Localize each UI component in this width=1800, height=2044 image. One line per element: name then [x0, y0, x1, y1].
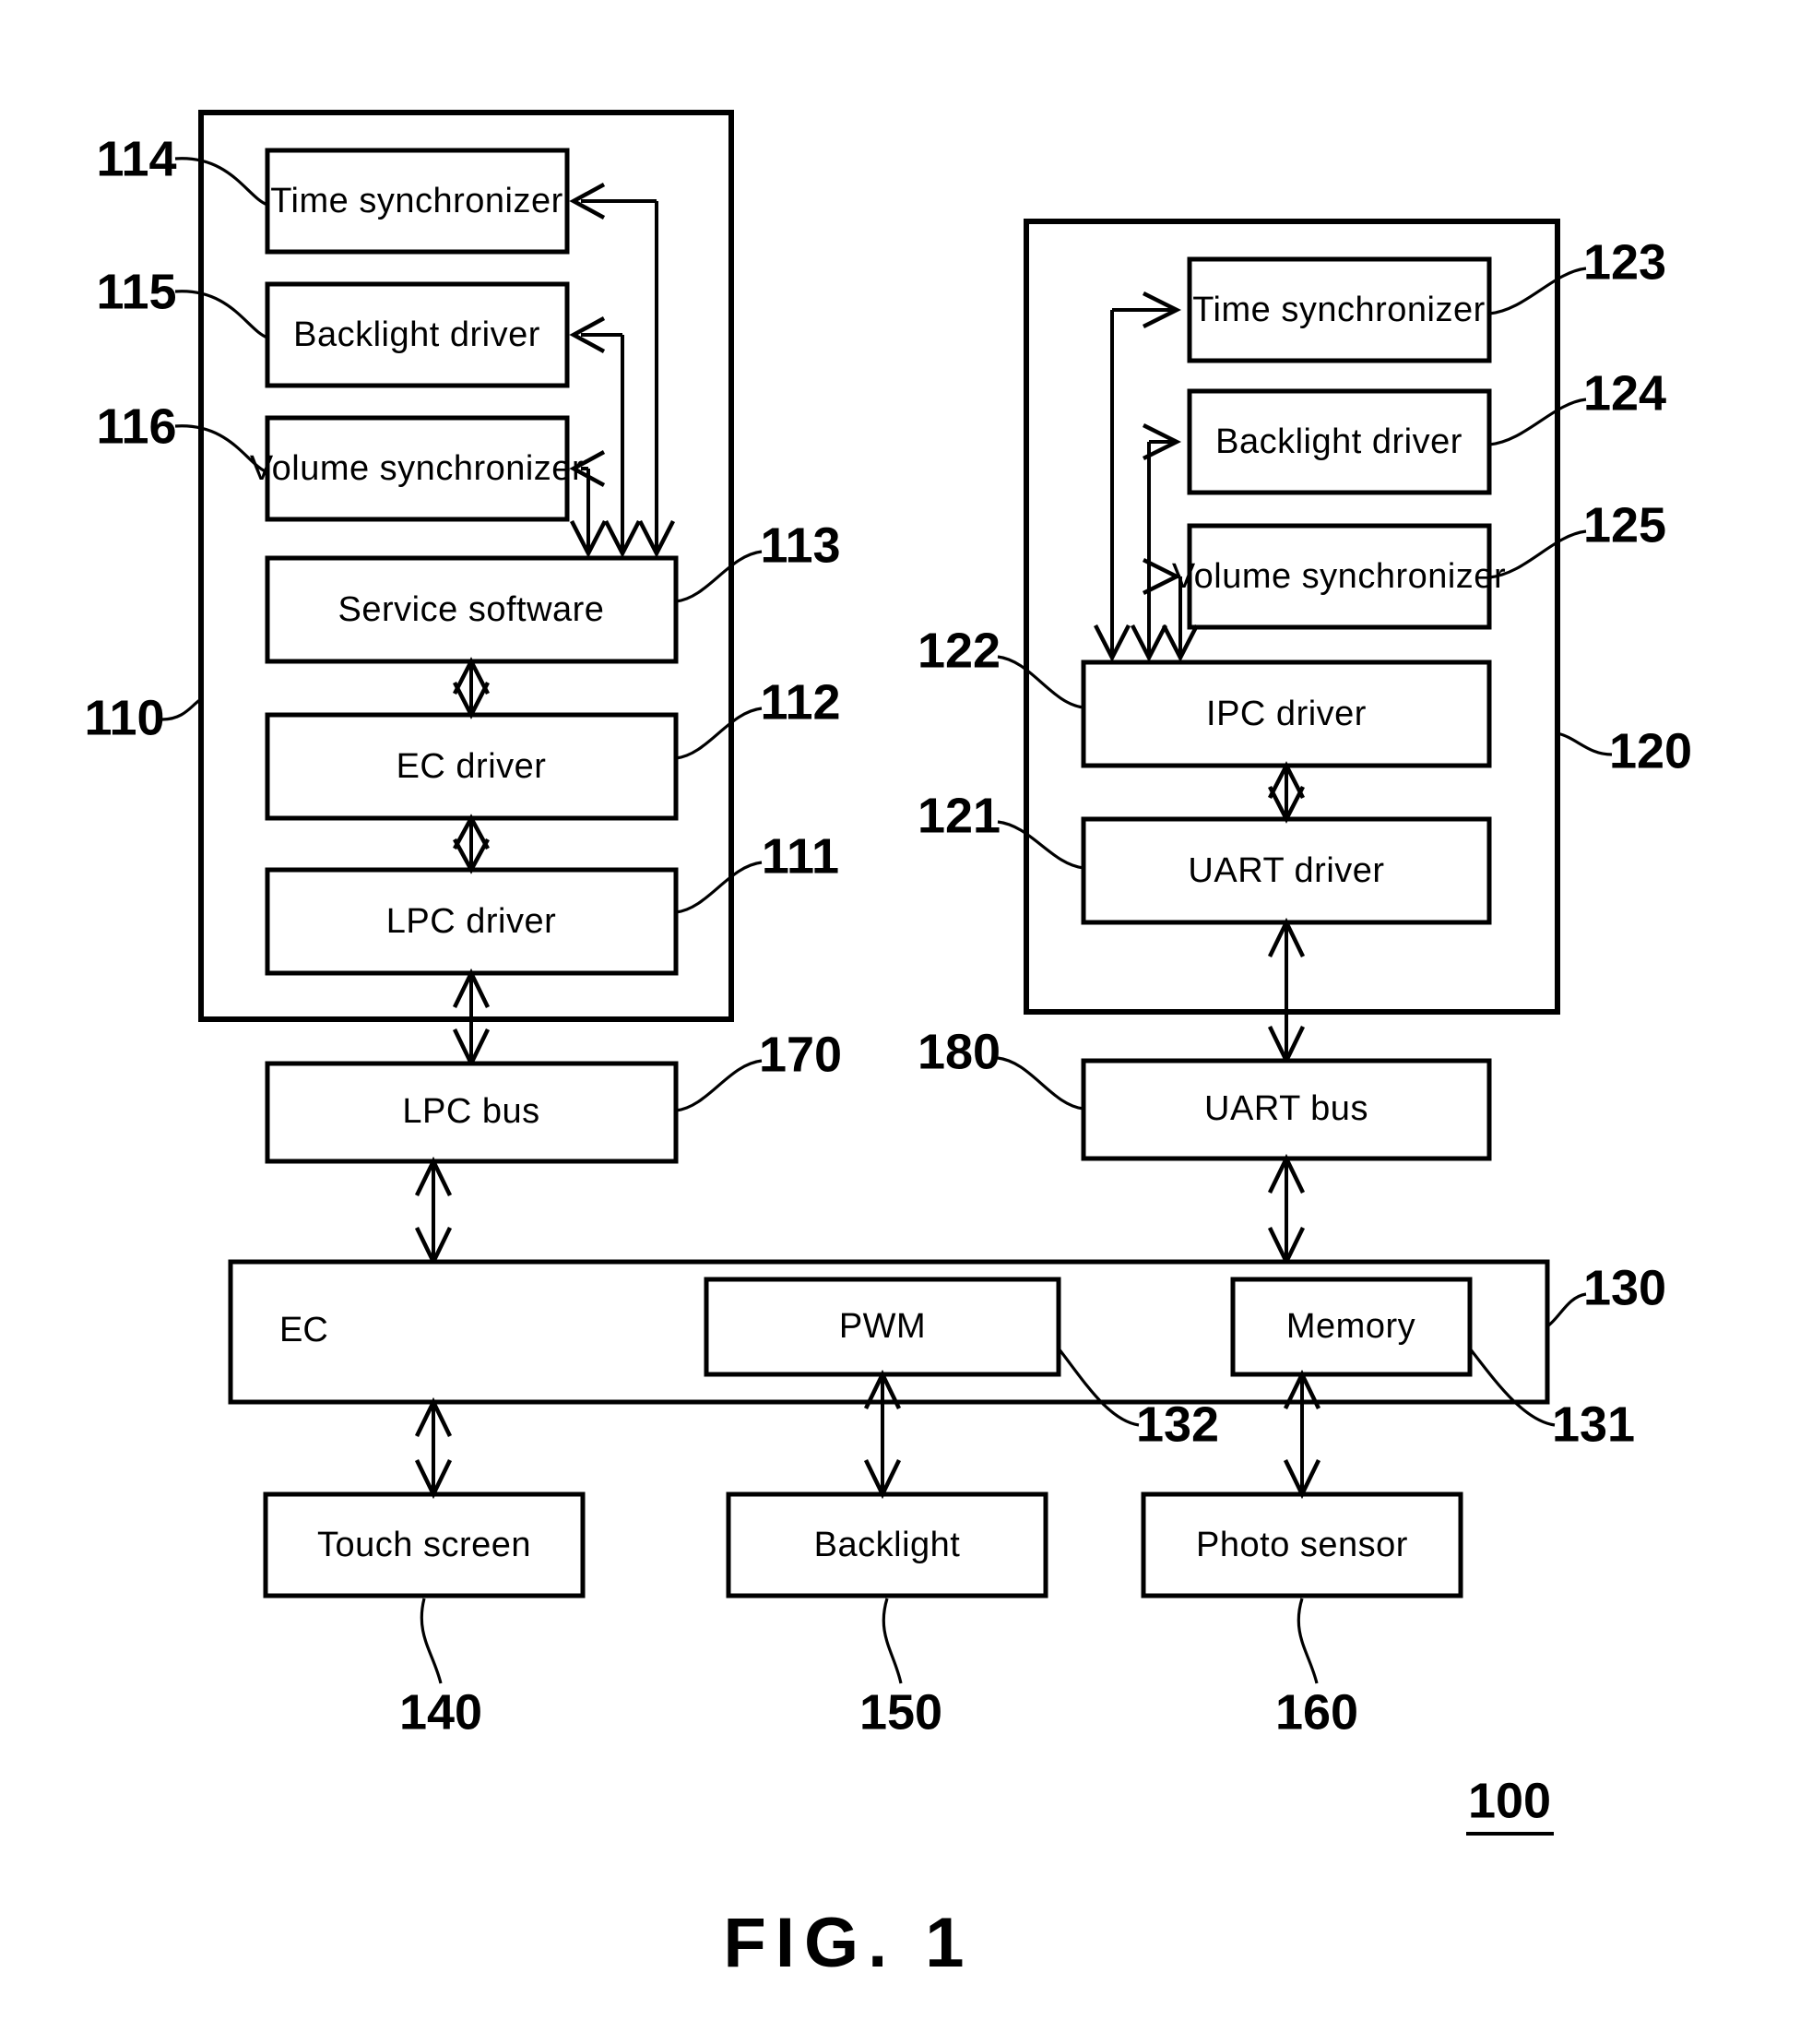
leader-121	[997, 820, 1084, 870]
ref-120: 120	[1609, 723, 1692, 778]
leader-130	[1546, 1292, 1587, 1328]
arrows-left-sync-to-service	[569, 183, 676, 558]
label-pwm: PWM	[839, 1307, 926, 1346]
ref-140: 140	[399, 1684, 482, 1740]
label-photo-sensor: Photo sensor	[1196, 1526, 1408, 1564]
ref-130: 130	[1583, 1260, 1666, 1315]
label-ec: EC	[279, 1311, 328, 1349]
ref-131: 131	[1552, 1396, 1635, 1452]
label-touch-screen: Touch screen	[317, 1526, 531, 1564]
label-lpc-bus: LPC bus	[402, 1092, 539, 1131]
arrow-ec-touch-screen	[414, 1396, 453, 1500]
label-backlight: Backlight	[814, 1526, 961, 1564]
ref-150: 150	[859, 1684, 942, 1740]
label-lpc-driver: LPC driver	[386, 902, 557, 941]
leader-120	[1557, 731, 1613, 756]
label-ipc-driver: IPC driver	[1206, 695, 1367, 733]
ref-121: 121	[918, 788, 1001, 843]
ref-132: 132	[1136, 1396, 1219, 1452]
leader-112	[675, 707, 763, 760]
arrow-uart-bus-ec	[1267, 1153, 1306, 1267]
leader-140	[420, 1598, 443, 1684]
ref-system-100: 100	[1468, 1773, 1551, 1828]
leader-160	[1297, 1598, 1319, 1684]
ref-110: 110	[84, 690, 164, 745]
leader-115	[174, 290, 268, 339]
label-uart-driver: UART driver	[1188, 851, 1384, 890]
leader-110	[161, 697, 202, 721]
label-uart-bus: UART bus	[1204, 1089, 1368, 1128]
label-backlight-driver-120: Backlight driver	[1215, 422, 1462, 461]
arrow-uart-driver-uart-bus	[1267, 917, 1306, 1066]
arrow-lpc-bus-ec	[414, 1156, 453, 1267]
ref-116: 116	[96, 398, 176, 454]
leader-180	[997, 1056, 1084, 1111]
ref-124: 124	[1583, 365, 1666, 421]
arrow-ipc-uart-driver	[1267, 761, 1306, 824]
ref-125: 125	[1583, 497, 1666, 553]
ref-111: 111	[762, 828, 839, 884]
leader-124	[1488, 398, 1587, 446]
arrow-ec-driver-lpc-driver	[453, 814, 490, 874]
ref-114: 114	[96, 131, 176, 186]
ref-122: 122	[918, 623, 1001, 678]
label-time-synchronizer-110: Time synchronizer	[270, 182, 563, 220]
arrow-service-ec-driver	[452, 657, 491, 719]
label-service-software: Service software	[338, 590, 605, 629]
ref-170: 170	[759, 1027, 842, 1082]
ref-160: 160	[1275, 1684, 1358, 1740]
leader-114	[174, 157, 268, 207]
leader-123	[1488, 267, 1587, 315]
ref-180: 180	[918, 1024, 1001, 1079]
ref-112: 112	[760, 674, 840, 730]
patent-figure-1: Time synchronizer Backlight driver Volum…	[0, 0, 1800, 2044]
leader-113	[675, 550, 763, 603]
label-time-synchronizer-120: Time synchronizer	[1192, 291, 1486, 329]
figure-caption: FIG. 1	[723, 1904, 973, 1982]
label-volume-synchronizer-110: Volume synchronizer	[250, 449, 584, 488]
label-ec-driver: EC driver	[397, 747, 547, 786]
leader-170	[675, 1059, 763, 1112]
ref-113: 113	[760, 517, 840, 573]
label-memory: Memory	[1286, 1307, 1415, 1346]
label-backlight-driver-110: Backlight driver	[293, 315, 540, 354]
leader-122	[997, 655, 1084, 709]
label-volume-synchronizer-120: Volume synchronizer	[1172, 557, 1506, 596]
leader-150	[882, 1598, 903, 1684]
ref-115: 115	[96, 264, 176, 319]
arrows-right-ipc-to-sync	[1093, 291, 1200, 662]
leader-111	[675, 861, 763, 914]
ref-123: 123	[1583, 234, 1666, 290]
